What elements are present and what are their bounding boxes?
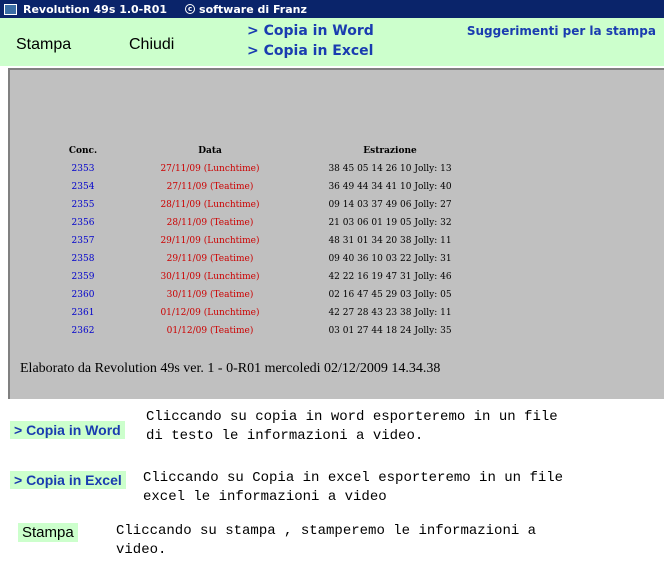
legend-excel-line1: Cliccando su Copia in excel esporteremo … (143, 470, 564, 486)
table-row: 2359 30/11/09 (Lunchtime) 42 22 16 19 47… (10, 272, 664, 290)
estrazione-cell: 42 22 16 19 47 31 Jolly: 46 (328, 272, 452, 282)
legend-stampa-label: Stampa (18, 523, 78, 542)
chiudi-button[interactable]: Chiudi (129, 36, 174, 54)
conc-cell: 2356 (71, 218, 95, 228)
legend-stampa-line1: Cliccando su stampa , stamperemo le info… (116, 523, 537, 539)
toolbar: Stampa Chiudi > Copia in Word > Copia in… (0, 18, 664, 66)
date-cell: 29/11/09 (Teatime) (166, 254, 254, 264)
estrazione-cell: 09 40 36 10 03 22 Jolly: 31 (328, 254, 452, 264)
table-row: 2360 30/11/09 (Teatime) 02 16 47 45 29 0… (10, 290, 664, 308)
table-row: 2356 28/11/09 (Teatime) 21 03 06 01 19 0… (10, 218, 664, 236)
conc-cell: 2362 (71, 326, 95, 336)
stampa-button[interactable]: Stampa (16, 36, 71, 54)
table-row: 2354 27/11/09 (Teatime) 36 49 44 34 41 1… (10, 182, 664, 200)
conc-cell: 2357 (71, 236, 95, 246)
author-credit: c software di Franz (185, 3, 307, 16)
estrazione-cell: 02 16 47 45 29 03 Jolly: 05 (328, 290, 452, 300)
conc-cell: 2353 (71, 164, 95, 174)
date-cell: 01/12/09 (Lunchtime) (160, 308, 260, 318)
date-cell: 27/11/09 (Lunchtime) (160, 164, 260, 174)
legend-word-label: > Copia in Word (10, 421, 125, 439)
date-cell: 29/11/09 (Lunchtime) (160, 236, 260, 246)
estrazione-cell: 38 45 05 14 26 10 Jolly: 13 (328, 164, 452, 174)
conc-cell: 2354 (71, 182, 95, 192)
app-icon (4, 3, 17, 15)
title-bar: Revolution 49s 1.0-R01 c software di Fra… (0, 0, 664, 18)
conc-cell: 2361 (71, 308, 95, 318)
date-cell: 28/11/09 (Lunchtime) (160, 200, 260, 210)
estrazione-cell: 21 03 06 01 19 05 Jolly: 32 (328, 218, 452, 228)
suggerimenti-link[interactable]: Suggerimenti per la stampa (467, 24, 656, 38)
legend-excel-label: > Copia in Excel (10, 471, 126, 489)
report-footer: Elaborato da Revolution 49s ver. 1 - 0-R… (20, 361, 441, 376)
date-cell: 30/11/09 (Lunchtime) (160, 272, 260, 282)
legend-excel-line2: excel le informazioni a video (143, 489, 387, 505)
table-row: 2357 29/11/09 (Lunchtime) 48 31 01 34 20… (10, 236, 664, 254)
estrazione-cell: 42 27 28 43 23 38 Jolly: 11 (328, 308, 452, 318)
legend-word-text: Cliccando su copia in word esporteremo i… (146, 408, 558, 446)
report-header-row: Conc. Data Estrazione (10, 146, 664, 164)
header-data: Data (198, 146, 222, 156)
app-title: Revolution 49s 1.0-R01 (23, 2, 168, 16)
legend-word-line1: Cliccando su copia in word esporteremo i… (146, 409, 558, 425)
date-cell: 27/11/09 (Teatime) (166, 182, 254, 192)
author-name: software di Franz (199, 2, 307, 16)
conc-cell: 2355 (71, 200, 95, 210)
date-cell: 28/11/09 (Teatime) (166, 218, 254, 228)
estrazione-cell: 36 49 44 34 41 10 Jolly: 40 (328, 182, 452, 192)
conc-cell: 2358 (71, 254, 95, 264)
copyright-icon: c (185, 4, 196, 14)
conc-cell: 2359 (71, 272, 95, 282)
header-estrazione: Estrazione (363, 146, 417, 156)
estrazione-cell: 03 01 27 44 18 24 Jolly: 35 (328, 326, 452, 336)
table-row: 2361 01/12/09 (Lunchtime) 42 27 28 43 23… (10, 308, 664, 326)
estrazione-cell: 48 31 01 34 20 38 Jolly: 11 (328, 236, 452, 246)
conc-cell: 2360 (71, 290, 95, 300)
header-conc: Conc. (68, 146, 98, 156)
date-cell: 01/12/09 (Teatime) (166, 326, 254, 336)
copia-word-link[interactable]: > Copia in Word (247, 23, 374, 39)
table-row: 2353 27/11/09 (Lunchtime) 38 45 05 14 26… (10, 164, 664, 182)
legend-stampa-text: Cliccando su stampa , stamperemo le info… (116, 522, 536, 560)
date-cell: 30/11/09 (Teatime) (166, 290, 254, 300)
report-panel: Conc. Data Estrazione 2353 27/11/09 (Lun… (8, 68, 664, 399)
legend-excel-text: Cliccando su Copia in excel esporteremo … (143, 469, 563, 507)
table-row: 2355 28/11/09 (Lunchtime) 09 14 03 37 49… (10, 200, 664, 218)
copia-excel-link[interactable]: > Copia in Excel (247, 43, 373, 59)
legend-word-line2: di testo le informazioni a video. (146, 428, 424, 444)
legend-stampa-line2: video. (116, 542, 167, 558)
table-row: 2362 01/12/09 (Teatime) 03 01 27 44 18 2… (10, 326, 664, 344)
table-row: 2358 29/11/09 (Teatime) 09 40 36 10 03 2… (10, 254, 664, 272)
estrazione-cell: 09 14 03 37 49 06 Jolly: 27 (328, 200, 452, 210)
